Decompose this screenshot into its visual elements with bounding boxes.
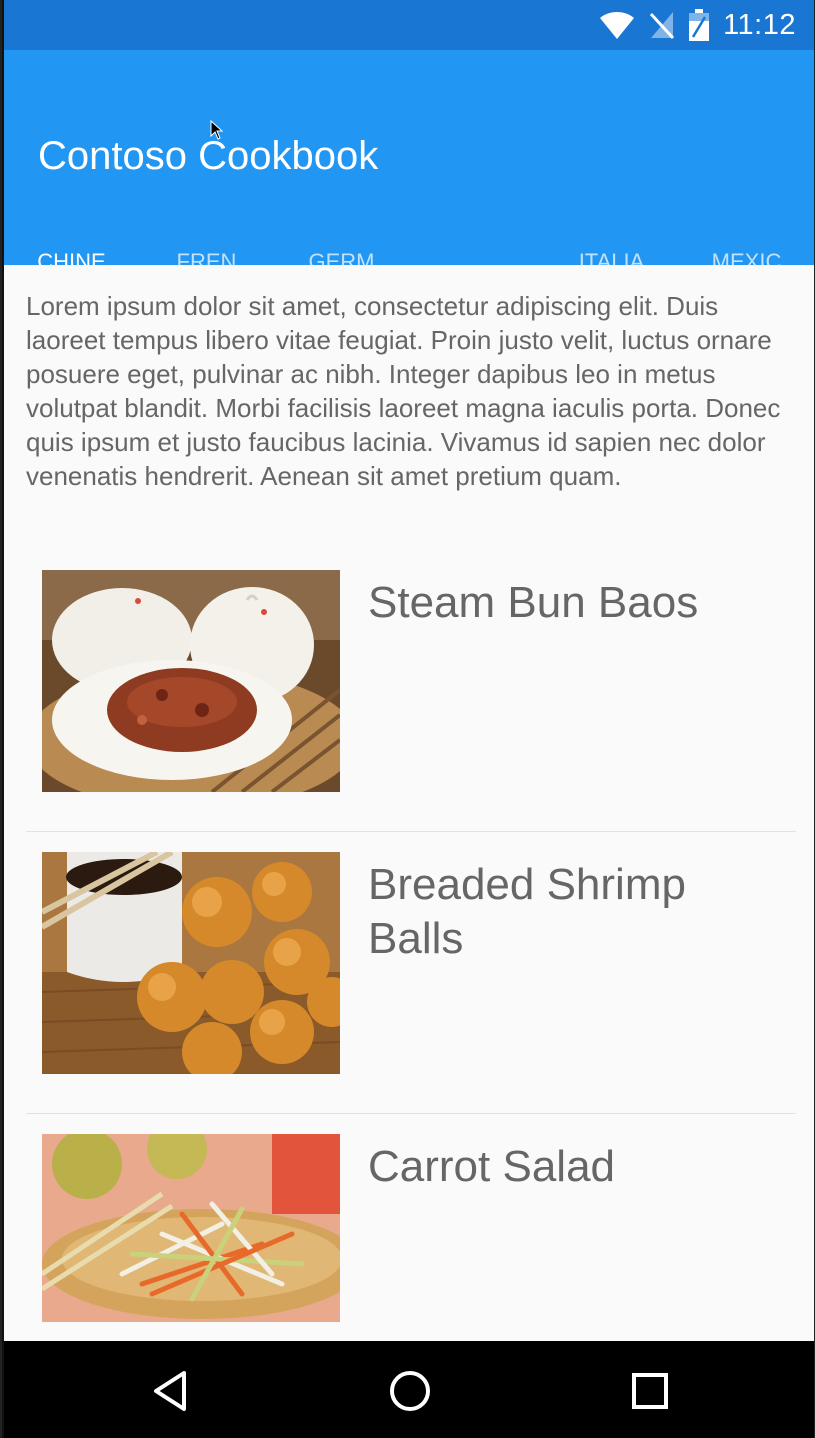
recipe-title: Carrot Salad bbox=[368, 1142, 616, 1191]
clock: 11:12 bbox=[723, 8, 796, 41]
list-item[interactable]: Breaded Shrimp Balls bbox=[26, 832, 796, 1114]
intro-text: Lorem ipsum dolor sit amet, consectetur … bbox=[26, 291, 781, 491]
no-signal-icon bbox=[649, 10, 675, 40]
breaded-shrimp-balls-photo bbox=[42, 852, 340, 1074]
carrot-salad-photo bbox=[42, 1134, 340, 1322]
recipe-content[interactable]: Lorem ipsum dolor sit amet, consectetur … bbox=[4, 265, 814, 1341]
mouse-cursor-icon bbox=[210, 119, 224, 144]
status-bar: 11:12 bbox=[4, 0, 814, 50]
recipe-list: Steam Bun Baos Breaded Shrimp Balls Carr… bbox=[26, 550, 796, 1341]
recipe-title: Breaded Shrimp Balls bbox=[368, 860, 686, 963]
list-item[interactable]: Steam Bun Baos bbox=[26, 550, 796, 832]
back-icon[interactable] bbox=[150, 1369, 190, 1417]
app-bar: Contoso Cookbook CHINESE FRENCH GERMAN I… bbox=[4, 50, 814, 315]
steam-bun-baos-photo bbox=[42, 570, 340, 792]
device-frame: 11:12 Contoso Cookbook CHINESE FRENCH GE… bbox=[0, 0, 815, 1438]
battery-icon bbox=[689, 9, 710, 41]
system-nav-bar bbox=[4, 1341, 814, 1438]
wifi-icon bbox=[599, 10, 635, 40]
list-item[interactable]: Carrot Salad bbox=[26, 1114, 796, 1341]
recents-icon[interactable] bbox=[630, 1369, 670, 1417]
home-icon[interactable] bbox=[388, 1369, 432, 1417]
app-title: Contoso Cookbook bbox=[38, 134, 379, 178]
recipe-title: Steam Bun Baos bbox=[368, 578, 699, 627]
